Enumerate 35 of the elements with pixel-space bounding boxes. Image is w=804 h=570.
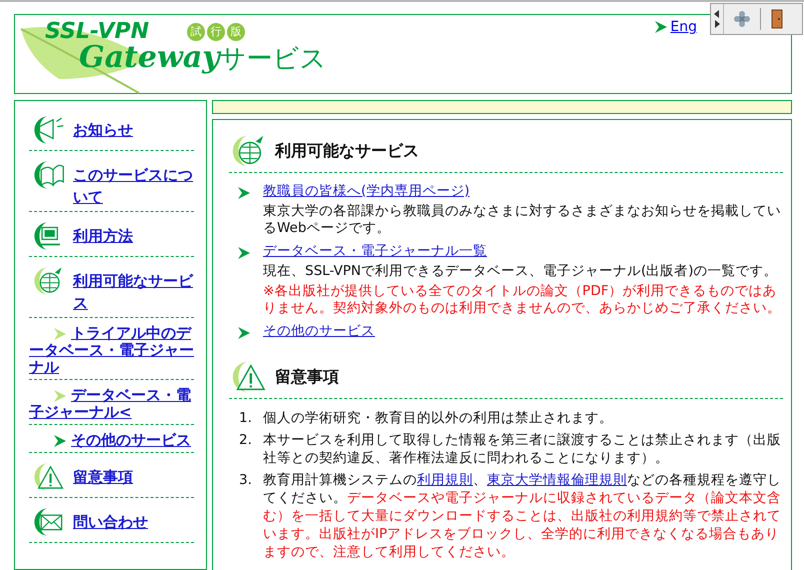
notice-text: 個人の学術研究・教育目的以外の利用は禁止されます。 xyxy=(263,409,613,427)
service-link[interactable]: 教職員の皆様へ(学内専用ページ) xyxy=(263,183,783,200)
scroll-arrows-icon[interactable] xyxy=(713,8,721,30)
trial-badge: 版 xyxy=(227,22,246,40)
rule-link[interactable]: 東京大学情報倫理規則 xyxy=(487,472,627,488)
sidebar-link[interactable]: データベース・電子ジャーナル< xyxy=(29,387,194,421)
arrow-icon xyxy=(237,186,251,200)
sidebar-link[interactable]: 利用方法 xyxy=(29,219,194,247)
arrow-icon xyxy=(654,20,668,34)
arrow-icon xyxy=(237,246,251,260)
list-number: 3. xyxy=(239,471,253,490)
service-link[interactable]: データベース・電子ジャーナル一覧 xyxy=(263,243,783,260)
notice-text: 本サービスを利用して取得した情報を第三者に譲渡することは禁止されます（出版社等との契約違反、著作権法違反に問われることになります）。 xyxy=(263,431,782,467)
trial-badge: 試 xyxy=(187,22,206,40)
service-description: 東京大学の各部課から教職員のみなさまに対するさまざまなお知らせを掲載しているWebページです。 xyxy=(263,203,782,237)
sidebar-link[interactable]: 利用可能なサービス xyxy=(29,264,194,314)
notice-text: 教育用計算機システムの利用規則、東京大学情報倫理規則などの各種規程を遵守してください。データベースや電子ジャーナルに収録されているデータ（論文本文含む）を一括して大量にダウンロードすることは、出版社の利用規約等で禁止されています。出版社がIPアドレスをブロックし、全学的に利用できなくなる場合もありますので、注意して利用してください。 xyxy=(263,471,782,561)
sidebar-link[interactable]: 問い合わせ xyxy=(29,505,194,533)
sidebar-link[interactable]: その他のサービス xyxy=(29,432,194,449)
list-number: 2. xyxy=(239,431,253,450)
logo-text: サービス xyxy=(220,43,327,76)
service-note: ※各出版社が提供している全てのタイトルの論文（PDF）が利用できるものではありません。契約対象外のものは利用できませんので、あらかじめご了承ください。 xyxy=(263,283,782,317)
service-description: 現在、SSL-VPNで利用できるデータベース、電子ジャーナル(出版者)の一覧です。 xyxy=(263,263,779,280)
language-link[interactable]: Eng xyxy=(670,19,697,35)
sidebar-link[interactable]: 留意事項 xyxy=(29,460,194,488)
rule-link[interactable]: 利用規則 xyxy=(417,472,473,488)
service-link[interactable]: その他のサービス xyxy=(263,323,375,340)
section-title: 利用可能なサービス xyxy=(275,140,419,162)
section-title: 留意事項 xyxy=(275,366,339,388)
sidebar-link[interactable]: お知らせ xyxy=(29,113,194,141)
sidebar-link[interactable]: トライアル中のデータベース・電子ジャーナル xyxy=(29,325,194,376)
trial-badge: 行 xyxy=(207,22,226,40)
arrow-icon xyxy=(237,326,251,340)
list-number: 1. xyxy=(239,409,253,427)
sidebar-link[interactable]: このサービスについて xyxy=(29,158,194,208)
